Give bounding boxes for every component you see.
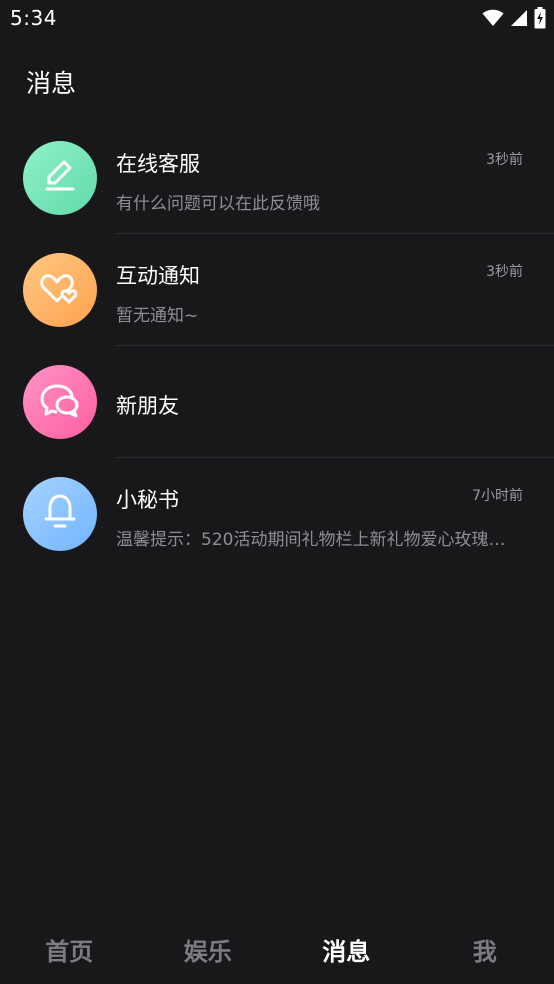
nav-item-entertainment[interactable]: 娱乐	[139, 910, 278, 984]
item-preview: 有什么问题可以在此反馈哦	[116, 194, 320, 214]
avatar	[23, 141, 97, 215]
status-icons	[482, 7, 546, 29]
list-item-new-friends[interactable]: 新朋友	[0, 346, 554, 458]
item-time: 7小时前	[472, 488, 523, 504]
list-item-secretary[interactable]: 小秘书 7小时前 温馨提示：520活动期间礼物栏上新礼物爱心玫瑰…	[0, 458, 554, 570]
page-title: 消息	[26, 69, 77, 98]
chat-bubbles-icon	[39, 380, 81, 424]
item-title: 在线客服	[116, 152, 200, 176]
status-bar: 5:34	[0, 0, 554, 38]
item-preview: 温馨提示：520活动期间礼物栏上新礼物爱心玫瑰…	[116, 530, 506, 550]
bell-icon	[40, 491, 80, 537]
item-title: 互动通知	[116, 264, 200, 288]
item-time: 3秒前	[486, 264, 523, 280]
cell-signal-icon	[510, 9, 528, 27]
status-time: 5:34	[10, 6, 57, 30]
bottom-nav: 首页 娱乐 消息 我	[0, 910, 554, 984]
item-title: 新朋友	[116, 394, 179, 418]
hearts-icon	[38, 268, 82, 312]
list-item-online-service[interactable]: 在线客服 3秒前 有什么问题可以在此反馈哦	[0, 122, 554, 234]
nav-item-messages[interactable]: 消息	[277, 910, 416, 984]
item-time: 3秒前	[486, 152, 523, 168]
item-title: 小秘书	[116, 488, 179, 512]
list-item-interaction-notice[interactable]: 互动通知 3秒前 暂无通知~	[0, 234, 554, 346]
avatar	[23, 477, 97, 551]
item-preview: 暂无通知~	[116, 306, 199, 326]
nav-item-home[interactable]: 首页	[0, 910, 139, 984]
avatar	[23, 253, 97, 327]
wifi-icon	[482, 9, 504, 27]
messages-screen: 5:34 消息 在线客服 3秒前 有什么问题可以在此反馈哦 互动通知 3秒前 暂…	[0, 0, 554, 984]
avatar	[23, 365, 97, 439]
nav-item-me[interactable]: 我	[416, 910, 554, 984]
battery-charging-icon	[534, 7, 546, 29]
pencil-icon	[40, 156, 80, 200]
message-list: 在线客服 3秒前 有什么问题可以在此反馈哦 互动通知 3秒前 暂无通知~ 新朋友…	[0, 122, 554, 570]
